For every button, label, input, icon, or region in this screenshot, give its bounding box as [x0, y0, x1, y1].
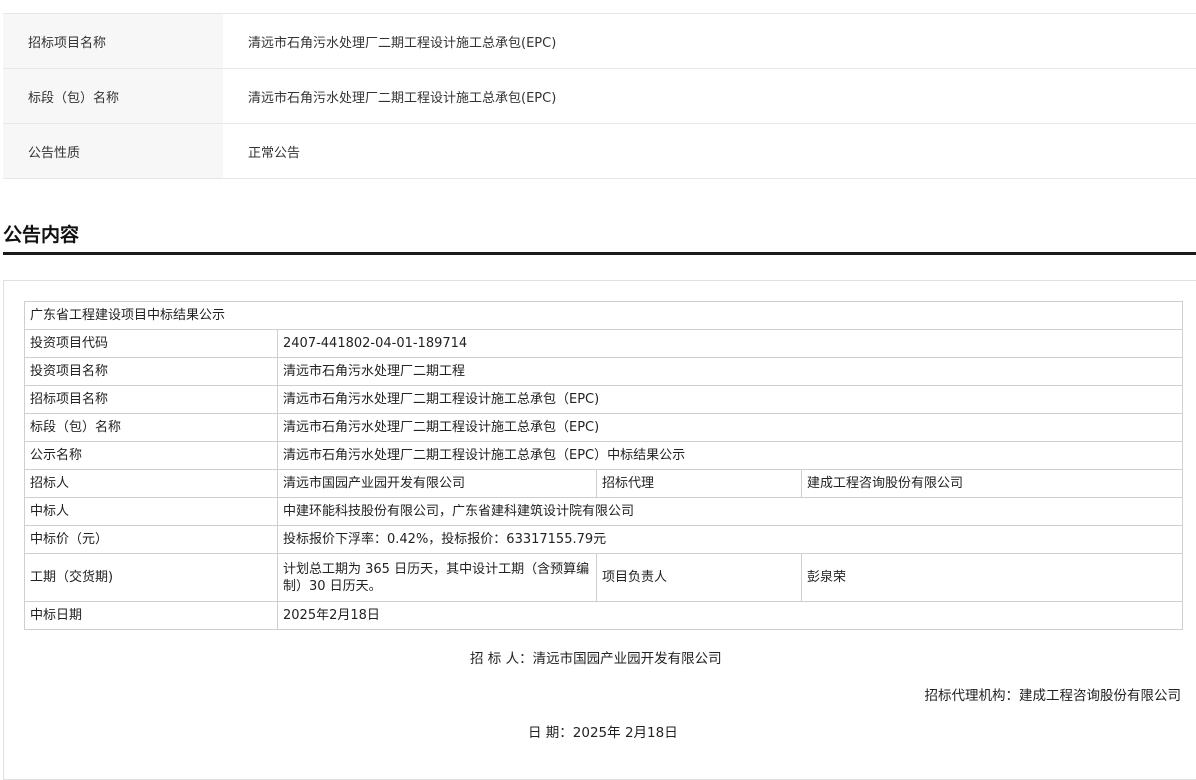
table-row: 招标项目名称 清远市石角污水处理厂二期工程设计施工总承包（EPC) — [24, 385, 1184, 414]
row-value: 投标报价下浮率：0.42%，投标报价：63317155.79元 — [276, 525, 1184, 554]
row-value: 清远市石角污水处理厂二期工程设计施工总承包（EPC) — [276, 385, 1184, 414]
row-value: 中建环能科技股份有限公司，广东省建科建筑设计院有限公司 — [276, 497, 1184, 526]
table-row: 广东省工程建设项目中标结果公示 — [23, 301, 1184, 330]
summary-row: 标段（包）名称 清远市石角污水处理厂二期工程设计施工总承包(EPC) — [3, 69, 1196, 124]
summary-label: 公告性质 — [3, 124, 223, 178]
notice-heading: 广东省工程建设项目中标结果公示 — [23, 301, 1184, 330]
row-value: 计划总工期为 365 日历天，其中设计工期（含预算编制）30 日历天。 — [277, 553, 597, 602]
row-label: 工期（交货期) — [24, 553, 278, 602]
row-label: 标段（包）名称 — [24, 413, 278, 442]
table-row: 中标日期 2025年2月18日 — [24, 601, 1184, 630]
row-value: 2025年2月18日 — [276, 601, 1184, 630]
result-table: 广东省工程建设项目中标结果公示 投资项目代码 2407-441802-04-01… — [23, 301, 1184, 630]
row-label: 公示名称 — [24, 441, 278, 470]
row-label: 招标项目名称 — [24, 385, 278, 414]
table-row: 标段（包）名称 清远市石角污水处理厂二期工程设计施工总承包（EPC) — [24, 413, 1184, 442]
summary-row: 招标项目名称 清远市石角污水处理厂二期工程设计施工总承包(EPC) — [3, 14, 1196, 69]
row-value: 清远市国园产业园开发有限公司 — [277, 469, 597, 498]
footer-agent: 招标代理机构：建成工程咨询股份有限公司 — [924, 688, 1182, 704]
summary-row: 公告性质 正常公告 — [3, 124, 1196, 179]
summary-value: 正常公告 — [248, 145, 301, 161]
row-value: 清远市石角污水处理厂二期工程设计施工总承包（EPC）中标结果公示 — [276, 441, 1184, 470]
table-row: 招标人 清远市国园产业园开发有限公司 招标代理 建成工程咨询股份有限公司 — [24, 469, 1184, 498]
row-label: 项目负责人 — [596, 553, 802, 602]
row-label: 投资项目代码 — [24, 329, 278, 358]
footer-tenderer: 招 标 人：清远市国园产业园开发有限公司 — [470, 651, 722, 667]
summary-label: 标段（包）名称 — [3, 69, 223, 123]
row-label: 中标价（元） — [24, 525, 278, 554]
row-label: 中标日期 — [24, 601, 278, 630]
summary-value: 清远市石角污水处理厂二期工程设计施工总承包(EPC) — [248, 35, 557, 51]
row-value: 清远市石角污水处理厂二期工程设计施工总承包（EPC) — [276, 413, 1184, 442]
row-label: 招标代理 — [596, 469, 802, 498]
summary-value: 清远市石角污水处理厂二期工程设计施工总承包(EPC) — [248, 90, 557, 106]
table-row: 中标人 中建环能科技股份有限公司，广东省建科建筑设计院有限公司 — [24, 497, 1184, 526]
row-value: 建成工程咨询股份有限公司 — [800, 469, 1184, 498]
row-label: 招标人 — [24, 469, 278, 498]
row-label: 中标人 — [24, 497, 278, 526]
summary-label: 招标项目名称 — [3, 14, 223, 68]
table-row: 中标价（元） 投标报价下浮率：0.42%，投标报价：63317155.79元 — [24, 525, 1184, 554]
summary-table: 招标项目名称 清远市石角污水处理厂二期工程设计施工总承包(EPC) 标段（包）名… — [3, 13, 1196, 179]
row-value: 彭泉荣 — [800, 553, 1184, 602]
row-label: 投资项目名称 — [24, 357, 278, 386]
row-value: 清远市石角污水处理厂二期工程 — [276, 357, 1184, 386]
table-row: 投资项目代码 2407-441802-04-01-189714 — [24, 329, 1184, 358]
table-row: 公示名称 清远市石角污水处理厂二期工程设计施工总承包（EPC）中标结果公示 — [24, 441, 1184, 470]
row-value: 2407-441802-04-01-189714 — [276, 329, 1184, 358]
section-title: 公告内容 — [3, 224, 80, 246]
table-row: 投资项目名称 清远市石角污水处理厂二期工程 — [24, 357, 1184, 386]
table-row: 工期（交货期) 计划总工期为 365 日历天，其中设计工期（含预算编制）30 日… — [24, 553, 1184, 602]
section-divider — [3, 252, 1196, 255]
footer-date: 日 期：2025年 2月18日 — [528, 725, 678, 741]
